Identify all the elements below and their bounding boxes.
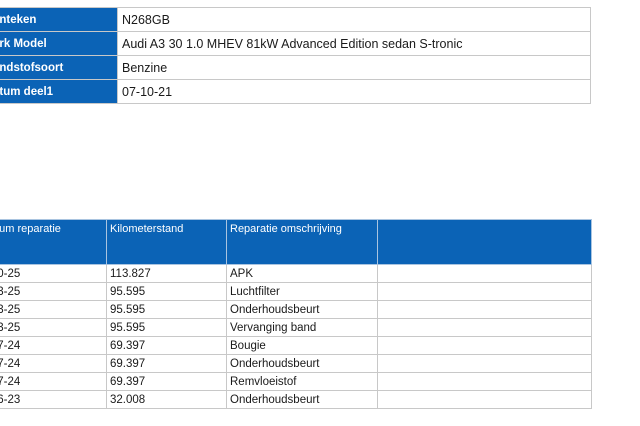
odometer-cell: 32.008 [106, 390, 227, 409]
empty-cell [377, 390, 592, 409]
repair-description-cell: Remvloeistof [226, 372, 378, 391]
table-row: -07-2469.397Remvloeistof [0, 372, 592, 391]
odometer-cell: 113.827 [106, 264, 227, 283]
empty-cell [377, 264, 592, 283]
repair-description-cell: Bougie [226, 336, 378, 355]
empty-cell [377, 282, 592, 301]
vehicle-label: enteken [0, 7, 118, 32]
column-header-date: atum reparatie [0, 219, 107, 265]
odometer-cell: 69.397 [106, 336, 227, 355]
vehicle-value: N268GB [117, 7, 591, 32]
empty-cell [377, 372, 592, 391]
vehicle-value: Benzine [117, 55, 591, 80]
vehicle-value: 07-10-21 [117, 79, 591, 104]
odometer-cell: 95.595 [106, 282, 227, 301]
table-row: -03-2595.595Onderhoudsbeurt [0, 300, 592, 319]
vehicle-label: atum deel1 [0, 79, 118, 104]
table-row: -03-2595.595Luchtfilter [0, 282, 592, 301]
vehicle-label: andstofsoort [0, 55, 118, 80]
vehicle-info-table: enteken N268GB erk Model Audi A3 30 1.0 … [0, 7, 591, 104]
repair-date-cell: -03-25 [0, 300, 107, 319]
repair-description-cell: Onderhoudsbeurt [226, 300, 378, 319]
column-header-description: Reparatie omschrijving [226, 219, 378, 265]
odometer-cell: 69.397 [106, 372, 227, 391]
column-header-empty [377, 219, 592, 265]
repair-date-cell: -07-24 [0, 372, 107, 391]
empty-cell [377, 318, 592, 337]
vehicle-value: Audi A3 30 1.0 MHEV 81kW Advanced Editio… [117, 31, 591, 56]
repair-date-cell: -07-24 [0, 354, 107, 373]
table-row: -07-2469.397Onderhoudsbeurt [0, 354, 592, 373]
column-header-km: Kilometerstand [106, 219, 227, 265]
repair-date-cell: -03-25 [0, 318, 107, 337]
vehicle-label: erk Model [0, 31, 118, 56]
odometer-cell: 95.595 [106, 300, 227, 319]
odometer-cell: 95.595 [106, 318, 227, 337]
vehicle-row-model: erk Model Audi A3 30 1.0 MHEV 81kW Advan… [0, 31, 591, 56]
repair-history-table: atum reparatie Kilometerstand Reparatie … [0, 219, 592, 409]
table-row: -07-2469.397Bougie [0, 336, 592, 355]
table-row: -03-2595.595Vervanging band [0, 318, 592, 337]
repair-description-cell: Onderhoudsbeurt [226, 390, 378, 409]
repair-date-cell: -03-25 [0, 282, 107, 301]
vehicle-row-license: enteken N268GB [0, 7, 591, 32]
repair-description-cell: Luchtfilter [226, 282, 378, 301]
repair-date-cell: -10-25 [0, 264, 107, 283]
vehicle-row-date: atum deel1 07-10-21 [0, 79, 591, 104]
empty-cell [377, 354, 592, 373]
repair-date-cell: -07-24 [0, 336, 107, 355]
document-page: enteken N268GB erk Model Audi A3 30 1.0 … [0, 0, 640, 426]
vehicle-row-fuel: andstofsoort Benzine [0, 55, 591, 80]
repair-date-cell: -06-23 [0, 390, 107, 409]
table-row: -06-2332.008Onderhoudsbeurt [0, 390, 592, 409]
odometer-cell: 69.397 [106, 354, 227, 373]
repair-rows: -10-25113.827APK-03-2595.595Luchtfilter-… [0, 264, 592, 409]
repair-header-row: atum reparatie Kilometerstand Reparatie … [0, 219, 592, 265]
empty-cell [377, 336, 592, 355]
repair-description-cell: Vervanging band [226, 318, 378, 337]
table-row: -10-25113.827APK [0, 264, 592, 283]
repair-description-cell: APK [226, 264, 378, 283]
empty-cell [377, 300, 592, 319]
repair-description-cell: Onderhoudsbeurt [226, 354, 378, 373]
